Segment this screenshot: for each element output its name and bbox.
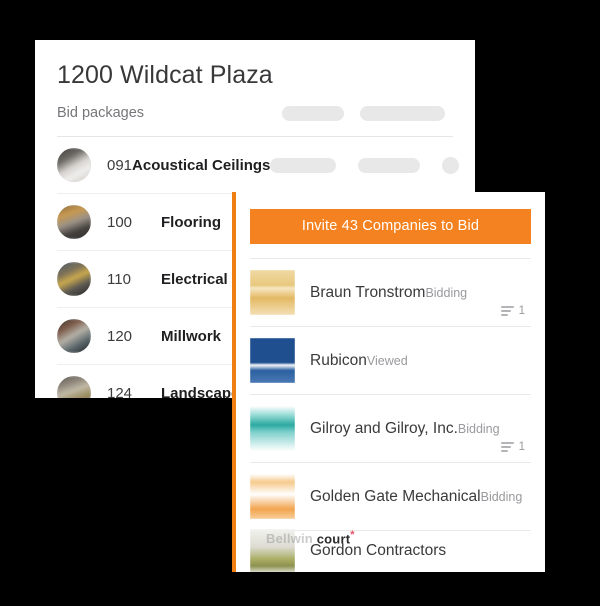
skeleton-pill	[270, 157, 337, 173]
bid-package-row[interactable]: 091 Acoustical Ceilings	[57, 137, 460, 194]
bid-packages-subheader: Bid packages	[57, 94, 453, 132]
skeleton-pill	[282, 105, 344, 121]
bid-package-name: Millwork	[161, 327, 222, 345]
bid-package-number: 110	[107, 270, 131, 288]
bid-package-name: Landscape	[161, 384, 240, 399]
bid-package-name: Acoustical Ceilings	[132, 156, 271, 174]
invite-companies-to-bid-button[interactable]: Invite 43 Companies to Bid	[250, 209, 531, 244]
person-photo-avatar	[57, 376, 91, 398]
company-status: Bidding	[480, 489, 523, 504]
bid-packages-subtitle: Bid packages	[57, 105, 145, 121]
company-row[interactable]: Bellwin court* Gordon Contractors	[250, 528, 531, 572]
person-photo-avatar	[57, 262, 91, 296]
bid-package-name: Electrical	[161, 270, 228, 288]
company-info: Braun TronstromBidding	[310, 283, 501, 302]
company-name: Gordon Contractors	[310, 542, 447, 560]
message-count: 1	[500, 305, 531, 317]
company-row[interactable]: Gilroy and Gilroy, Inc.Bidding 1	[250, 394, 531, 462]
company-status: Bidding	[457, 421, 500, 436]
companies-card: Invite 43 Companies to Bid Braun Tronstr…	[232, 192, 545, 572]
company-status: Viewed	[366, 353, 408, 368]
company-name: Gilroy and Gilroy, Inc.	[310, 419, 458, 437]
company-info: RubiconViewed	[310, 351, 507, 370]
company-row[interactable]: Golden Gate MechanicalBidding	[250, 462, 531, 530]
braun-tronstrom-logo	[250, 270, 295, 315]
row-skeleton-placeholders	[270, 156, 467, 174]
bid-package-number: 120	[107, 327, 133, 345]
watermark-star-icon: *	[350, 529, 355, 541]
person-photo-avatar	[57, 319, 91, 353]
company-row[interactable]: RubiconViewed	[250, 326, 531, 394]
bid-package-name: Flooring	[161, 213, 221, 231]
bid-package-number: 091	[107, 156, 133, 174]
company-name: Braun Tronstrom	[310, 283, 426, 301]
company-name: Golden Gate Mechanical	[310, 487, 481, 505]
company-info: Gilroy and Gilroy, Inc.Bidding	[310, 419, 501, 438]
bid-package-number: 124	[107, 384, 133, 399]
skeleton-dot	[442, 156, 460, 174]
gilroy-and-gilroy-logo	[250, 406, 295, 451]
person-photo-avatar	[57, 205, 91, 239]
bid-package-number: 100	[107, 213, 133, 231]
company-info: Gordon Contractors	[310, 541, 507, 560]
rubicon-logo	[250, 338, 295, 383]
company-name: Rubicon	[310, 351, 367, 369]
skeleton-pill	[360, 105, 445, 121]
companies-list: Braun TronstromBidding 1 RubiconViewed Gilr…	[250, 258, 531, 572]
company-info: Golden Gate MechanicalBidding	[310, 487, 522, 506]
page-title: 1200 Wildcat Plaza	[57, 61, 273, 89]
golden-gate-mechanical-logo	[250, 474, 295, 519]
company-row[interactable]: Braun TronstromBidding 1	[250, 258, 531, 326]
company-status: Bidding	[425, 285, 468, 300]
message-count-value: 1	[518, 305, 525, 317]
header-skeleton-placeholders	[282, 105, 453, 121]
gordon-contractors-logo	[250, 528, 295, 572]
skeleton-pill	[358, 157, 421, 173]
person-photo-avatar	[57, 148, 91, 182]
lines-list-icon	[500, 442, 514, 452]
lines-list-icon	[500, 306, 514, 316]
message-count: 1	[500, 441, 531, 453]
message-count-value: 1	[518, 441, 525, 453]
